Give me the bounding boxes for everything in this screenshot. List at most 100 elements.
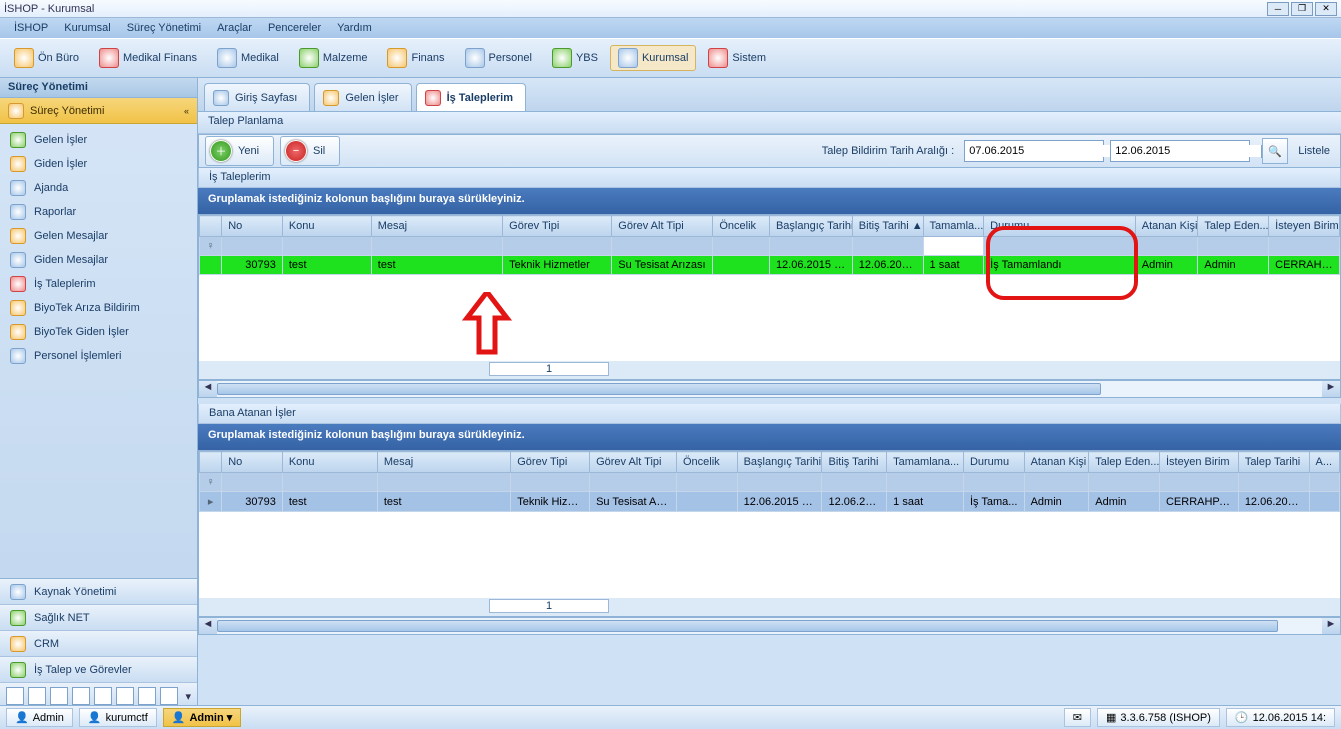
grid2-col-talep-eden[interactable]: Talep Eden... xyxy=(1089,452,1160,473)
grid1-hscroll[interactable]: ◄► xyxy=(198,380,1341,398)
tb-ybs[interactable]: YBS xyxy=(544,45,606,71)
sidebar-istalep[interactable]: İş Talep ve Görevler xyxy=(0,657,197,683)
grid2-col-gorev-alt[interactable]: Görev Alt Tipi xyxy=(590,452,677,473)
grid1-col-oncelik[interactable]: Öncelik xyxy=(713,216,770,237)
sidebar-item-is-taleplerim[interactable]: İş Taleplerim xyxy=(0,272,197,296)
status-mail[interactable]: ✉ xyxy=(1064,708,1091,727)
tb-medfinans[interactable]: Medikal Finans xyxy=(91,45,205,71)
grid1-col-gorev-alt[interactable]: Görev Alt Tipi xyxy=(612,216,713,237)
tb-finans[interactable]: Finans xyxy=(379,45,452,71)
grid2-col-gorev-tipi[interactable]: Görev Tipi xyxy=(511,452,590,473)
menu-araclar[interactable]: Araçlar xyxy=(209,20,260,36)
sidebar-item-gelen-mesajlar[interactable]: Gelen Mesajlar xyxy=(0,224,197,248)
grid2-col-konu[interactable]: Konu xyxy=(282,452,377,473)
grid1-page[interactable]: 1 xyxy=(489,362,609,376)
sidebar-item-biyotek-giden[interactable]: BiyoTek Giden İşler xyxy=(0,320,197,344)
strip-icon[interactable] xyxy=(72,687,90,705)
grid1-col-atanan[interactable]: Atanan Kişi xyxy=(1135,216,1198,237)
grid1-col-gorev-tipi[interactable]: Görev Tipi xyxy=(503,216,612,237)
delete-button[interactable]: −Sil xyxy=(280,136,340,166)
tb-onburo[interactable]: Ön Büro xyxy=(6,45,87,71)
grid1-col-bitis[interactable]: Bitiş Tarihi ▲ xyxy=(852,216,923,237)
date-to-input[interactable] xyxy=(1111,145,1261,157)
tab-giris[interactable]: Giriş Sayfası xyxy=(204,83,310,111)
grid2-col-baslangic[interactable]: Başlangıç Tarihi xyxy=(737,452,822,473)
scroll-right-icon[interactable]: ► xyxy=(1322,618,1340,634)
grid1-group-hint[interactable]: Gruplamak istediğiniz kolonun başlığını … xyxy=(198,188,1341,214)
strip-icon[interactable] xyxy=(116,687,134,705)
strip-icon[interactable] xyxy=(28,687,46,705)
status-user3[interactable]: 👤Admin ▾ xyxy=(163,708,242,727)
close-button[interactable]: ✕ xyxy=(1315,2,1337,16)
date-to[interactable]: ▾ xyxy=(1110,140,1250,162)
grid1-col-birim[interactable]: İsteyen Birim xyxy=(1269,216,1340,237)
grid2-filter-row[interactable]: ♀ xyxy=(200,473,1340,492)
filter-icon[interactable]: ♀ xyxy=(200,237,222,256)
scroll-left-icon[interactable]: ◄ xyxy=(199,381,217,397)
grid1-col-durum[interactable]: Durumu xyxy=(984,216,1136,237)
tb-medikal[interactable]: Medikal xyxy=(209,45,287,71)
grid1-col-no[interactable]: No xyxy=(222,216,283,237)
strip-icon[interactable] xyxy=(6,687,24,705)
date-from-input[interactable] xyxy=(965,145,1115,157)
sidebar-item-biyotek-ariza[interactable]: BiyoTek Arıza Bildirim xyxy=(0,296,197,320)
status-version[interactable]: ▦3.3.6.758 (ISHOP) xyxy=(1097,708,1220,727)
strip-icon[interactable] xyxy=(160,687,178,705)
grid2-col-birim[interactable]: İsteyen Birim xyxy=(1159,452,1238,473)
menu-ishop[interactable]: İSHOP xyxy=(6,20,56,36)
sidebar-item-gelen-isler[interactable]: Gelen İşler xyxy=(0,128,197,152)
grid1-col-baslangic[interactable]: Başlangıç Tarihi xyxy=(769,216,852,237)
sidebar-item-giden-isler[interactable]: Giden İşler xyxy=(0,152,197,176)
menu-yardim[interactable]: Yardım xyxy=(329,20,380,36)
scroll-thumb[interactable] xyxy=(217,620,1278,632)
strip-icon[interactable] xyxy=(50,687,68,705)
scroll-right-icon[interactable]: ► xyxy=(1322,381,1340,397)
grid2-col-tamam[interactable]: Tamamlana... xyxy=(887,452,964,473)
tb-sistem[interactable]: Sistem xyxy=(700,45,774,71)
filter-icon[interactable]: ♀ xyxy=(200,473,222,492)
status-user1[interactable]: 👤Admin xyxy=(6,708,73,727)
search-button[interactable]: 🔍 xyxy=(1262,138,1288,164)
sidebar-crm[interactable]: CRM xyxy=(0,631,197,657)
strip-icon[interactable] xyxy=(94,687,112,705)
grid2-col-no[interactable]: No xyxy=(222,452,283,473)
strip-icon[interactable] xyxy=(138,687,156,705)
grid1-col-konu[interactable]: Konu xyxy=(282,216,371,237)
grid2-col-durum[interactable]: Durumu xyxy=(963,452,1024,473)
date-from[interactable]: ▾ xyxy=(964,140,1104,162)
grid2-group-hint[interactable]: Gruplamak istediğiniz kolonun başlığını … xyxy=(198,424,1341,450)
grid1-col-mesaj[interactable]: Mesaj xyxy=(371,216,502,237)
sidebar-item-raporlar[interactable]: Raporlar xyxy=(0,200,197,224)
new-button[interactable]: ＋Yeni xyxy=(205,136,274,166)
tab-gelen[interactable]: Gelen İşler xyxy=(314,83,411,111)
scroll-thumb[interactable] xyxy=(217,383,1101,395)
sidebar-nav-header[interactable]: Süreç Yönetimi « xyxy=(0,98,197,124)
status-user2[interactable]: 👤kurumctf xyxy=(79,708,157,727)
sidebar-item-ajanda[interactable]: Ajanda xyxy=(0,176,197,200)
tb-kurumsal[interactable]: Kurumsal xyxy=(610,45,696,71)
sidebar-saglik[interactable]: Sağlık NET xyxy=(0,605,197,631)
grid2-page[interactable]: 1 xyxy=(489,599,609,613)
grid2-hscroll[interactable]: ◄► xyxy=(198,617,1341,635)
maximize-button[interactable]: ❐ xyxy=(1291,2,1313,16)
scroll-left-icon[interactable]: ◄ xyxy=(199,618,217,634)
grid1-col-talep-eden[interactable]: Talep Eden... xyxy=(1198,216,1269,237)
grid1-col-tamam[interactable]: Tamamla... xyxy=(923,216,984,237)
grid1-filter-row[interactable]: ♀ xyxy=(200,237,1340,256)
tb-malzeme[interactable]: Malzeme xyxy=(291,45,376,71)
sidebar-item-giden-mesajlar[interactable]: Giden Mesajlar xyxy=(0,248,197,272)
tab-taleplerim[interactable]: İş Taleplerim xyxy=(416,83,526,111)
strip-chevron-icon[interactable]: ▾ xyxy=(185,690,191,703)
grid1-rowsel-header[interactable] xyxy=(200,216,222,237)
grid2-col-a[interactable]: A... xyxy=(1309,452,1339,473)
sidebar-kaynak[interactable]: Kaynak Yönetimi xyxy=(0,579,197,605)
grid2-col-oncelik[interactable]: Öncelik xyxy=(676,452,737,473)
sidebar-item-personel[interactable]: Personel İşlemleri xyxy=(0,344,197,368)
grid2-rowsel-header[interactable] xyxy=(200,452,222,473)
status-datetime[interactable]: 🕒12.06.2015 14: xyxy=(1226,708,1335,727)
grid2-col-talep-tarih[interactable]: Talep Tarihi xyxy=(1238,452,1309,473)
minimize-button[interactable]: ─ xyxy=(1267,2,1289,16)
menu-surec[interactable]: Süreç Yönetimi xyxy=(119,20,209,36)
grid2-col-atanan[interactable]: Atanan Kişi xyxy=(1024,452,1089,473)
grid2-col-bitis[interactable]: Bitiş Tarihi xyxy=(822,452,887,473)
